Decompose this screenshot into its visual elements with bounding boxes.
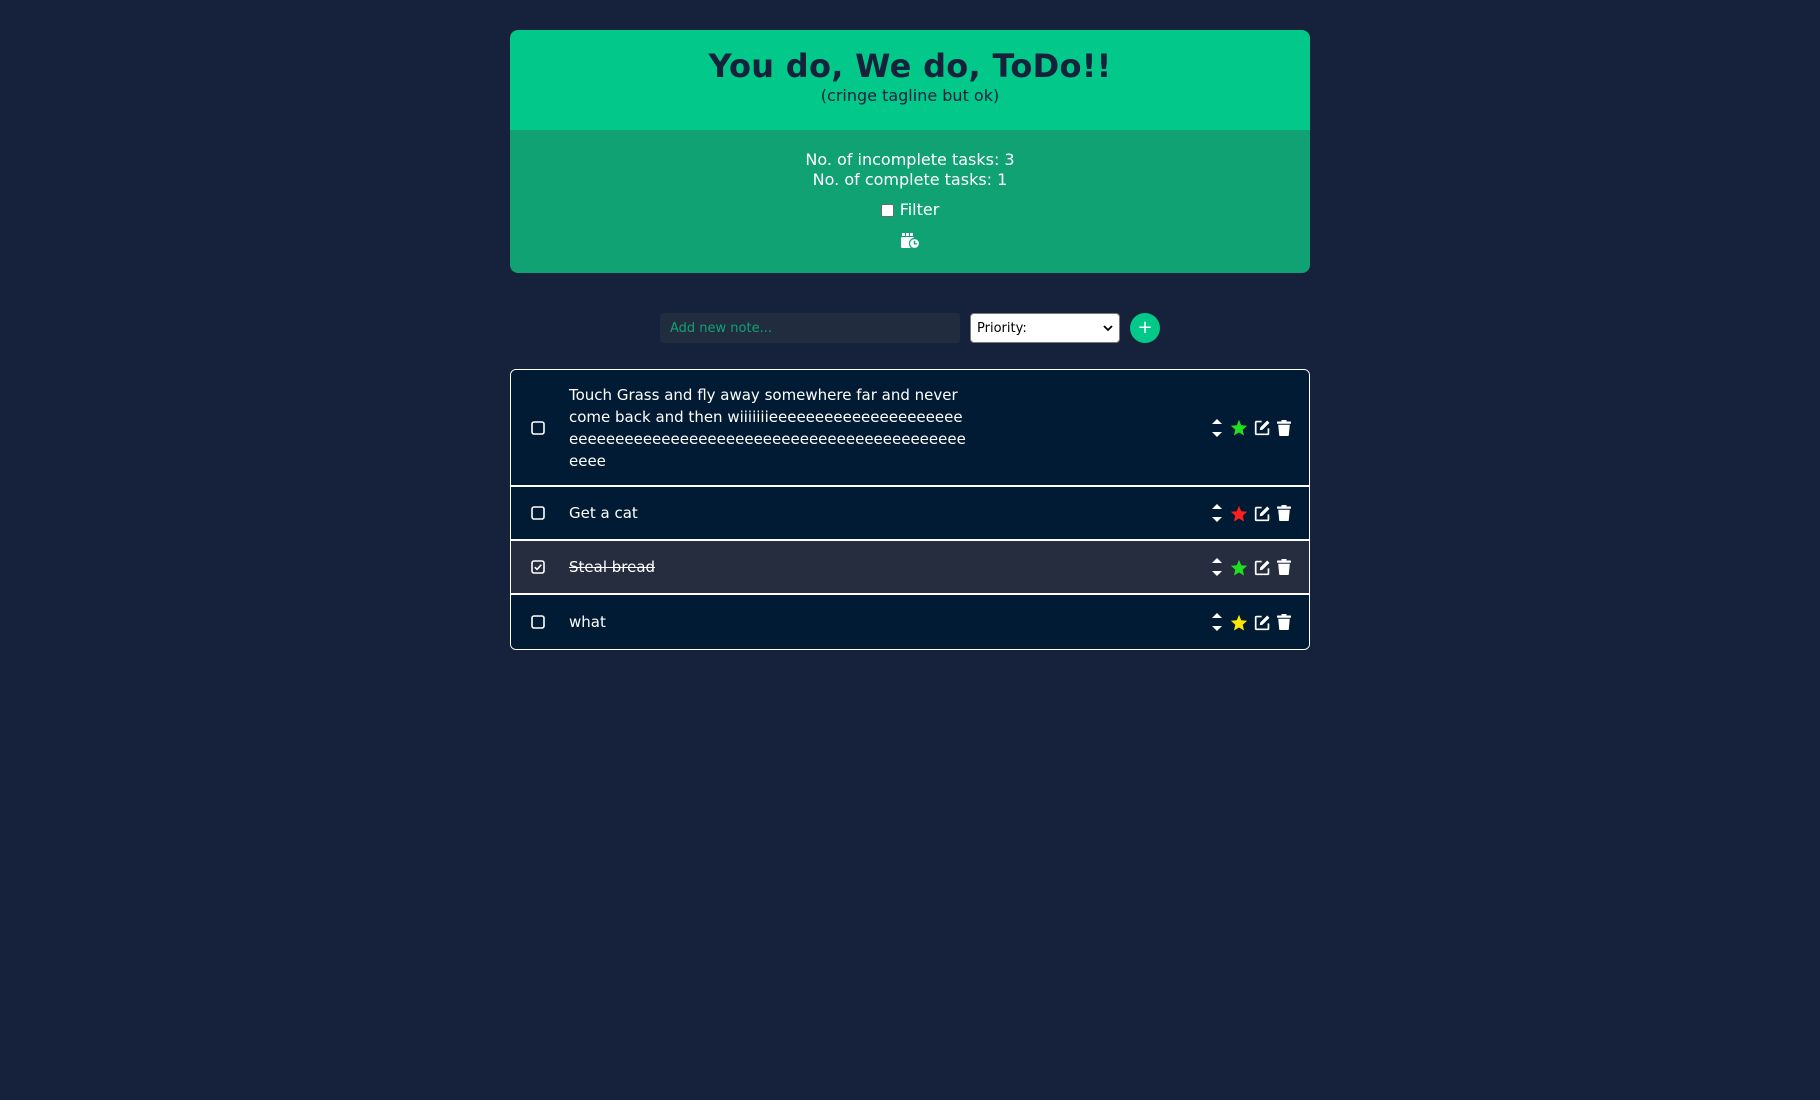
task-list: Touch Grass and fly away somewhere far a… [510,369,1310,650]
delete-icon[interactable] [1277,505,1291,521]
edit-icon[interactable] [1254,614,1271,631]
edit-icon[interactable] [1254,505,1271,522]
filter-checkbox[interactable] [880,203,894,217]
move-up-icon[interactable] [1211,557,1223,564]
task-checkbox[interactable] [531,560,545,574]
task-row: Steal bread [511,541,1309,595]
move-up-icon[interactable] [1211,503,1223,510]
task-actions [1210,503,1291,523]
move-up-icon[interactable] [1211,612,1223,619]
priority-select[interactable]: Priority: [970,313,1120,343]
task-checkbox[interactable] [531,420,545,435]
task-text: Get a cat [569,504,638,522]
task-row: what [511,595,1309,649]
edit-icon[interactable] [1254,559,1271,576]
add-task-button[interactable]: + [1130,313,1160,343]
move-down-icon[interactable] [1211,431,1223,438]
priority-star-icon[interactable] [1230,419,1248,436]
new-note-input[interactable] [660,313,960,343]
filter-label: Filter [899,200,940,219]
filter-toggle[interactable]: Filter [880,200,940,220]
edit-icon[interactable] [1254,419,1271,436]
page-title: You do, We do, ToDo!! [708,47,1112,85]
tagline: (cringe tagline but ok) [820,86,1000,105]
delete-icon[interactable] [1277,559,1291,575]
priority-selected-value: Priority: [977,320,1027,336]
task-text: Steal bread [569,558,656,576]
header-card: You do, We do, ToDo!! (cringe tagline bu… [510,30,1310,273]
task-checkbox[interactable] [531,615,545,629]
priority-star-icon[interactable] [1230,614,1248,631]
stats-panel: No. of incomplete tasks: 3 No. of comple… [510,130,1310,273]
task-actions [1210,557,1291,577]
task-row: Get a cat [511,487,1309,541]
move-down-icon[interactable] [1211,570,1223,577]
chevron-down-icon [1103,324,1113,332]
add-task-form: Priority: + [510,313,1310,343]
clear-completed-icon[interactable] [900,232,920,249]
delete-icon[interactable] [1277,419,1291,436]
todo-app: You do, We do, ToDo!! (cringe tagline bu… [510,30,1310,650]
priority-star-icon[interactable] [1230,505,1248,522]
task-checkbox[interactable] [531,506,545,520]
move-up-icon[interactable] [1211,418,1223,425]
incomplete-count: No. of incomplete tasks: 3 [805,150,1015,169]
task-actions [1210,612,1291,632]
task-text: Touch Grass and fly away somewhere far a… [569,385,966,470]
move-down-icon[interactable] [1211,625,1223,632]
move-down-icon[interactable] [1211,516,1223,523]
header-banner: You do, We do, ToDo!! (cringe tagline bu… [510,30,1310,130]
task-text: what [569,613,606,631]
delete-icon[interactable] [1277,614,1291,630]
task-actions [1210,418,1291,438]
task-row: Touch Grass and fly away somewhere far a… [511,370,1309,487]
priority-star-icon[interactable] [1230,559,1248,576]
complete-count: No. of complete tasks: 1 [812,170,1008,189]
